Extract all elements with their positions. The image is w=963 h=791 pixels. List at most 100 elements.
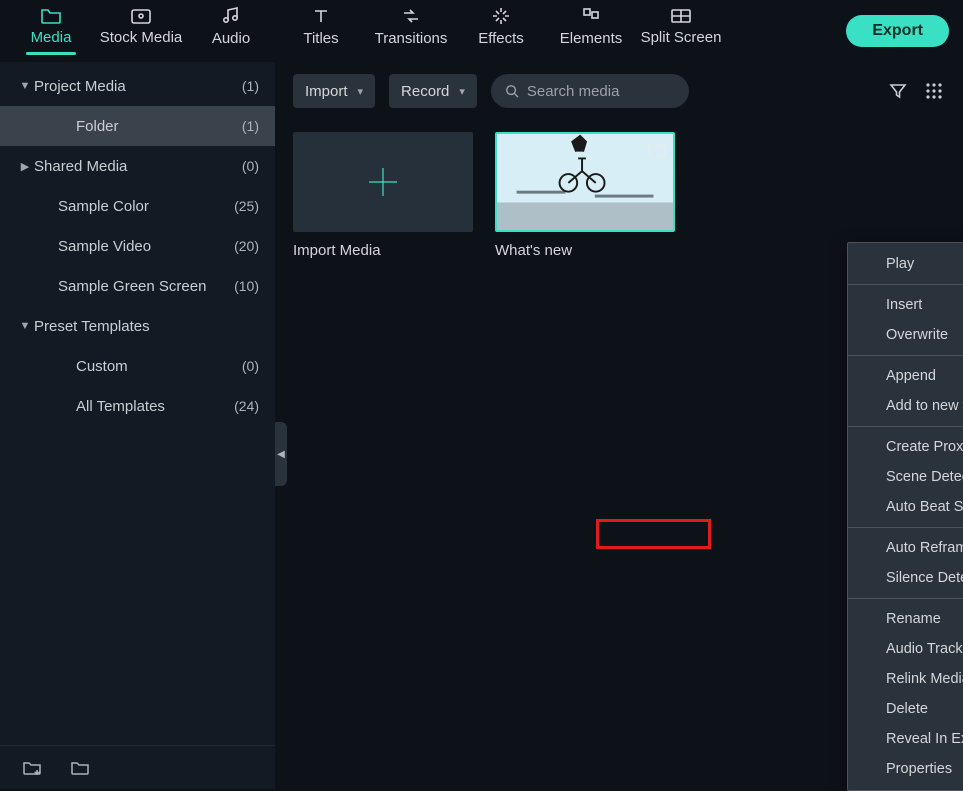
ctx-item-label: Reveal In Explorer [886, 731, 963, 747]
dropdown-label: Record [401, 83, 449, 100]
search-icon [505, 83, 519, 99]
nav-label: Transitions [375, 30, 448, 47]
split-icon [670, 7, 692, 25]
ctx-item-label: Auto Reframe [886, 540, 963, 556]
nav-tab-audio[interactable]: Audio [186, 6, 276, 56]
chevron-right-icon: ▶ [16, 160, 34, 173]
export-button[interactable]: Export [846, 15, 949, 47]
sidebar-item-count: (1) [242, 118, 259, 134]
new-folder-plus-icon[interactable] [22, 760, 42, 776]
ctx-item-relink-media[interactable]: Relink Media [848, 664, 963, 694]
ctx-item-label: Create Proxy File [886, 439, 963, 455]
titles-icon [311, 6, 331, 26]
ctx-item-rename[interactable]: RenameF2 [848, 604, 963, 634]
nav-label: Titles [303, 30, 338, 47]
search-field[interactable] [491, 74, 689, 108]
sidebar-item-count: (0) [242, 358, 259, 374]
folder-icon [40, 7, 62, 25]
sidebar-item-label: Shared Media [34, 158, 242, 175]
chevron-down-icon: ▾ [358, 85, 364, 98]
nav-tab-transitions[interactable]: Transitions [366, 6, 456, 56]
ctx-item-label: Play [886, 256, 963, 272]
folder-icon[interactable] [70, 760, 90, 776]
ctx-item-scene-detection[interactable]: Scene Detection [848, 462, 963, 492]
ctx-item-insert[interactable]: InsertShift+I [848, 290, 963, 320]
ctx-item-delete[interactable]: DeleteDel [848, 694, 963, 724]
nav-tab-effects[interactable]: Effects [456, 6, 546, 56]
sidebar-item-folder[interactable]: Folder(1) [0, 106, 275, 146]
sidebar-item-count: (25) [234, 198, 259, 214]
sidebar-item-label: All Templates [76, 398, 234, 415]
ctx-item-play[interactable]: Play [848, 249, 963, 279]
chevron-down-icon: ▼ [16, 80, 34, 92]
ctx-item-label: Insert [886, 297, 963, 313]
nav-label: Stock Media [100, 29, 183, 46]
record-dropdown[interactable]: Record ▾ [389, 74, 477, 108]
transitions-icon [401, 6, 421, 26]
sidebar-item-sample-color[interactable]: Sample Color(25) [0, 186, 275, 226]
filter-icon[interactable] [887, 80, 909, 102]
sidebar-tree: ▼Project Media(1)Folder(1)▶Shared Media(… [0, 62, 275, 745]
ctx-item-reveal-in-explorer[interactable]: Reveal In ExplorerCtrl+Shift+R [848, 724, 963, 754]
ctx-item-label: Relink Media [886, 671, 963, 687]
card-caption: What's new [495, 242, 675, 259]
ctx-item-add-to-new-track[interactable]: Add to new track [848, 391, 963, 421]
ctx-item-auto-reframe[interactable]: Auto Reframe [848, 533, 963, 563]
sidebar-item-count: (10) [234, 278, 259, 294]
nav-label: Audio [212, 30, 250, 47]
top-nav: Media Stock Media Audio Titles Transitio… [0, 0, 963, 62]
video-card[interactable]: What's new [495, 132, 675, 259]
sidebar-footer [0, 745, 275, 789]
nav-tab-media[interactable]: Media [6, 7, 96, 55]
sidebar-item-custom[interactable]: Custom(0) [0, 346, 275, 386]
nav-tab-split-screen[interactable]: Split Screen [636, 7, 726, 55]
ctx-item-label: Delete [886, 701, 963, 717]
nav-label: Elements [560, 30, 623, 47]
sidebar-item-label: Folder [76, 118, 242, 135]
import-media-card[interactable]: Import Media [293, 132, 473, 259]
nav-label: Effects [478, 30, 524, 47]
chevron-left-icon: ◀ [277, 449, 285, 460]
sidebar-item-label: Sample Video [58, 238, 234, 255]
nav-tab-titles[interactable]: Titles [276, 6, 366, 56]
main-area: Import ▾ Record ▾ [275, 62, 963, 789]
sidebar: ▼Project Media(1)Folder(1)▶Shared Media(… [0, 62, 275, 789]
ctx-item-label: Rename [886, 611, 963, 627]
sidebar-item-label: Project Media [34, 78, 242, 95]
effects-icon [491, 6, 511, 26]
ctx-item-auto-beat-sync[interactable]: Auto Beat Sync [848, 492, 963, 522]
nav-label: Split Screen [641, 29, 722, 46]
sidebar-item-label: Custom [76, 358, 242, 375]
sidebar-item-label: Preset Templates [34, 318, 259, 335]
nav-tab-stock-media[interactable]: Stock Media [96, 7, 186, 55]
sidebar-item-project-media[interactable]: ▼Project Media(1) [0, 66, 275, 106]
ctx-item-label: Silence Detection [886, 570, 963, 586]
ctx-item-label: Overwrite [886, 327, 963, 343]
ctx-item-overwrite[interactable]: OverwriteShift+O [848, 320, 963, 350]
sidebar-item-preset-templates[interactable]: ▼Preset Templates [0, 306, 275, 346]
sidebar-item-label: Sample Color [58, 198, 234, 215]
card-caption: Import Media [293, 242, 473, 259]
ctx-item-properties[interactable]: Properties [848, 754, 963, 784]
ctx-item-label: Auto Beat Sync [886, 499, 963, 515]
plus-icon [363, 162, 403, 202]
search-input[interactable] [527, 83, 675, 100]
sidebar-item-sample-video[interactable]: Sample Video(20) [0, 226, 275, 266]
video-thumb [495, 132, 675, 232]
sidebar-item-sample-green-screen[interactable]: Sample Green Screen(10) [0, 266, 275, 306]
ctx-item-audio-track[interactable]: Audio Track▶ [848, 634, 963, 664]
chevron-down-icon: ▼ [16, 320, 34, 332]
dropdown-label: Import [305, 83, 348, 100]
context-menu: PlayInsertShift+IOverwriteShift+OAppendA… [847, 242, 963, 791]
ctx-item-append[interactable]: Append [848, 361, 963, 391]
ctx-item-silence-detection[interactable]: Silence Detection [848, 563, 963, 593]
sidebar-item-count: (0) [242, 158, 259, 174]
sidebar-item-all-templates[interactable]: All Templates(24) [0, 386, 275, 426]
sidebar-collapse-handle[interactable]: ◀ [275, 422, 287, 486]
nav-tab-elements[interactable]: Elements [546, 6, 636, 56]
video-badge-icon [647, 140, 667, 160]
import-dropdown[interactable]: Import ▾ [293, 74, 375, 108]
grid-view-icon[interactable] [923, 80, 945, 102]
ctx-item-create-proxy-file[interactable]: Create Proxy File [848, 432, 963, 462]
sidebar-item-shared-media[interactable]: ▶Shared Media(0) [0, 146, 275, 186]
